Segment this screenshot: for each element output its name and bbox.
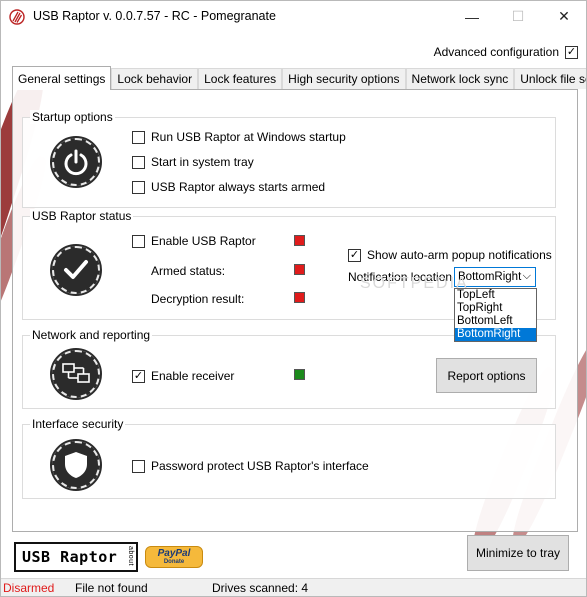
power-icon [50, 136, 102, 188]
usb-raptor-status-title: USB Raptor status [30, 209, 134, 223]
startup-options-title: Startup options [30, 110, 115, 124]
enable-raptor-row[interactable]: Enable USB Raptor [132, 234, 256, 248]
enable-receiver-row[interactable]: ✓ Enable receiver [132, 369, 234, 383]
auto-arm-popup-checkbox[interactable]: ✓ [348, 248, 361, 262]
advanced-config-label: Advanced configuration [433, 45, 559, 59]
checkmark-icon: ✓ [566, 45, 577, 58]
about-link[interactable]: about [127, 546, 134, 566]
auto-arm-popup-row[interactable]: ✓ Show auto-arm popup notifications [348, 248, 552, 262]
enable-receiver-label: Enable receiver [151, 369, 235, 383]
interface-security-title: Interface security [30, 417, 126, 431]
network-reporting-group: Network and reporting ✓ Enable receiver … [22, 328, 556, 409]
minimize-to-tray-button[interactable]: Minimize to tray [467, 535, 569, 571]
enable-receiver-checkbox[interactable]: ✓ [132, 369, 145, 383]
notification-location-dropdown: TopLeft TopRight BottomLeft BottomRight [454, 288, 537, 342]
dropdown-option-bottomright[interactable]: BottomRight [455, 328, 536, 341]
start-in-tray-checkbox[interactable] [132, 155, 145, 169]
interface-security-group: Interface security Password protect USB … [22, 417, 556, 499]
receiver-status-led [294, 369, 305, 380]
dropdown-option-topright[interactable]: TopRight [455, 302, 536, 315]
enable-raptor-label: Enable USB Raptor [151, 234, 256, 248]
decryption-status-led [294, 292, 305, 303]
startup-option-row[interactable]: Run USB Raptor at Windows startup [132, 130, 346, 144]
password-protect-row[interactable]: Password protect USB Raptor's interface [132, 459, 369, 473]
usb-raptor-status-group: USB Raptor status Enable USB Raptor Arme… [22, 209, 556, 342]
usb-raptor-logo[interactable]: USB Raptor about [14, 542, 138, 572]
tab-general-settings[interactable]: General settings [12, 66, 112, 90]
startup-options-group: Startup options Run USB Raptor at Window… [22, 110, 556, 208]
decryption-result-label: Decryption result: [151, 292, 245, 306]
dropdown-option-bottomleft[interactable]: BottomLeft [455, 315, 536, 328]
close-icon: ✕ [558, 8, 570, 24]
app-window: USB Raptor v. 0.0.7.57 - RC - Pomegranat… [0, 0, 587, 597]
chevron-down-icon: ⌵ [522, 270, 531, 282]
always-armed-label: USB Raptor always starts armed [151, 180, 326, 194]
run-at-startup-checkbox[interactable] [132, 130, 145, 144]
armed-status-led [294, 264, 305, 275]
armed-status-label: Armed status: [151, 264, 226, 278]
tab-strip: General settings Lock behavior Lock feat… [12, 66, 586, 90]
maximize-button: ☐ [495, 1, 541, 32]
tab-network-lock-sync[interactable]: Network lock sync [405, 68, 515, 89]
minimize-icon: — [465, 8, 479, 25]
paypal-donate-button[interactable]: PayPal Donate [145, 546, 203, 568]
armed-state-text: Disarmed [3, 581, 55, 595]
checkmark-icon [50, 244, 102, 296]
drives-scanned-text: Drives scanned: 4 [212, 581, 309, 595]
enable-raptor-checkbox[interactable] [132, 234, 145, 248]
status-bar: Disarmed File not found Drives scanned: … [1, 578, 586, 596]
tab-lock-features[interactable]: Lock features [198, 68, 283, 89]
dropdown-option-topleft[interactable]: TopLeft [455, 289, 536, 302]
minimize-button[interactable]: — [449, 1, 495, 32]
general-settings-panel: Startup options Run USB Raptor at Window… [12, 89, 578, 532]
logo-text: USB Raptor [22, 548, 118, 566]
donate-label: Donate [163, 559, 185, 565]
enable-status-led [294, 235, 305, 246]
startup-option-row[interactable]: Start in system tray [132, 155, 254, 169]
close-button[interactable]: ✕ [541, 1, 586, 32]
run-at-startup-label: Run USB Raptor at Windows startup [151, 130, 346, 144]
tab-high-security-options[interactable]: High security options [282, 68, 406, 89]
advanced-config-checkbox[interactable]: ✓ [565, 45, 578, 59]
app-logo-icon [9, 9, 25, 25]
network-reporting-title: Network and reporting [30, 328, 153, 342]
title-bar: USB Raptor v. 0.0.7.57 - RC - Pomegranat… [1, 1, 586, 32]
network-computers-icon [50, 348, 102, 400]
start-in-tray-label: Start in system tray [151, 155, 254, 169]
advanced-config-toggle[interactable]: Advanced configuration ✓ [434, 45, 578, 59]
startup-option-row[interactable]: USB Raptor always starts armed [132, 180, 325, 194]
password-protect-label: Password protect USB Raptor's interface [151, 459, 369, 473]
watermark-text: SOFTPEDIA [360, 275, 469, 292]
report-options-button[interactable]: Report options [436, 358, 537, 393]
tab-lock-behavior[interactable]: Lock behavior [111, 68, 199, 89]
shield-icon [50, 439, 102, 491]
window-title: USB Raptor v. 0.0.7.57 - RC - Pomegranat… [33, 9, 276, 23]
password-protect-checkbox[interactable] [132, 459, 145, 473]
auto-arm-popup-label: Show auto-arm popup notifications [367, 248, 552, 262]
maximize-icon: ☐ [511, 8, 525, 24]
file-status-text: File not found [75, 581, 148, 595]
always-armed-checkbox[interactable] [132, 180, 145, 194]
tab-unlock-file-settings[interactable]: Unlock file settings [514, 68, 586, 89]
paypal-label: PayPal [157, 548, 191, 559]
